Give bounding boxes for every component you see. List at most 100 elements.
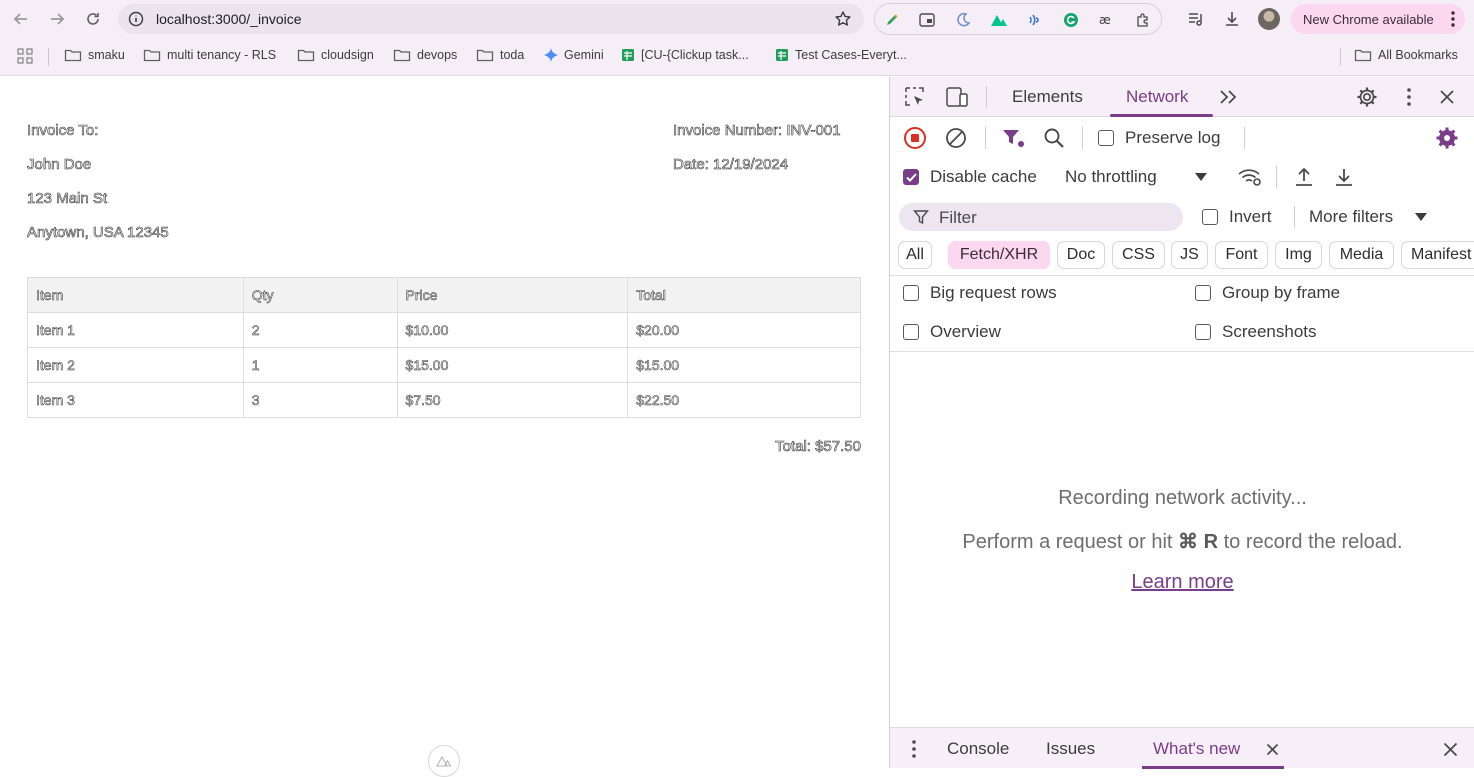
grammarly-icon[interactable] — [1062, 11, 1080, 29]
filter-bar-divider — [890, 275, 1474, 276]
profile-avatar[interactable] — [1258, 8, 1280, 30]
sheets-icon — [622, 49, 634, 61]
tab-elements[interactable]: Elements — [1012, 87, 1083, 107]
folder-icon — [143, 49, 161, 62]
chrome-menu-icon[interactable] — [1451, 11, 1455, 27]
address-bar[interactable]: localhost:3000/_invoice — [118, 4, 864, 34]
table-cell: 3 — [242, 382, 398, 418]
overview-checkbox[interactable] — [903, 324, 919, 340]
extension-signal-icon[interactable] — [1026, 11, 1044, 29]
forward-button[interactable] — [39, 1, 75, 37]
bookmark-clickup-task[interactable]: [CU-{Clickup task... — [621, 48, 749, 62]
type-chip-font[interactable]: Font — [1215, 241, 1268, 269]
group-by-frame-checkbox[interactable] — [1195, 285, 1211, 301]
drawer-tab-console[interactable]: Console — [947, 739, 1009, 759]
table-cell: Item 3 — [27, 382, 244, 418]
filter-funnel-icon[interactable] — [1000, 125, 1026, 151]
disable-cache-checkbox[interactable] — [903, 169, 919, 185]
bookmarks-bar: smaku multi tenancy - RLS cloudsign devo… — [0, 38, 1474, 76]
customer-name: John Doe — [27, 156, 92, 174]
devtools-tab-bar: Elements Network — [890, 77, 1474, 117]
extension-moon-icon[interactable] — [954, 11, 972, 29]
bookmark-folder-devops[interactable]: devops — [393, 48, 457, 62]
filter-input[interactable]: Filter — [899, 203, 1183, 231]
new-chrome-label: New Chrome available — [1303, 11, 1434, 27]
extension-pen-icon[interactable] — [883, 11, 901, 29]
browser-toolbar: localhost:3000/_invoice æ New Chrome ava… — [0, 0, 1474, 38]
preserve-log-checkbox[interactable] — [1098, 130, 1114, 146]
big-request-rows-checkbox[interactable] — [903, 285, 919, 301]
bookmark-folder-toda[interactable]: toda — [476, 48, 524, 62]
table-cell: Item 1 — [27, 312, 244, 348]
back-button[interactable] — [3, 1, 39, 37]
network-settings-gear-icon[interactable] — [1434, 125, 1460, 151]
record-stop-icon[interactable] — [902, 125, 928, 151]
new-chrome-available-button[interactable]: New Chrome available — [1291, 4, 1465, 34]
extension-ae-icon[interactable]: æ — [1098, 11, 1116, 29]
table-cell: 1 — [242, 347, 398, 383]
screenshots-checkbox[interactable] — [1195, 324, 1211, 340]
more-options-vertical-icon[interactable] — [1396, 84, 1422, 110]
table-cell: $20.00 — [627, 312, 861, 348]
clear-log-icon[interactable] — [943, 125, 969, 151]
extensions-puzzle-icon[interactable] — [1134, 11, 1152, 29]
close-whats-new-icon[interactable] — [1259, 736, 1285, 762]
reading-list-icon[interactable] — [1186, 9, 1206, 29]
throttling-select[interactable]: No throttling — [1065, 167, 1157, 187]
downloads-icon[interactable] — [1222, 9, 1242, 29]
more-filters-dropdown-icon[interactable] — [1408, 204, 1434, 230]
learn-more-link[interactable]: Learn more — [890, 571, 1474, 594]
inspect-element-icon[interactable] — [902, 84, 928, 110]
bookmark-label: Test Cases-Everyt... — [795, 48, 907, 62]
type-chip-img[interactable]: Img — [1275, 241, 1322, 269]
picture-in-picture-icon[interactable] — [918, 11, 936, 29]
apps-grid-icon[interactable] — [17, 48, 39, 64]
back-arrow-icon — [13, 13, 27, 25]
table-cell: $22.50 — [627, 382, 861, 418]
tab-network[interactable]: Network — [1126, 87, 1188, 107]
folder-icon — [476, 49, 494, 62]
type-chip-media[interactable]: Media — [1329, 241, 1394, 269]
close-devtools-icon[interactable] — [1434, 84, 1460, 110]
drawer-tab-issues[interactable]: Issues — [1046, 739, 1095, 759]
device-toolbar-icon[interactable] — [944, 84, 970, 110]
more-tabs-chevron-icon[interactable] — [1216, 84, 1242, 110]
folder-icon — [64, 49, 82, 62]
invert-checkbox[interactable] — [1202, 209, 1218, 225]
type-chip-manifest[interactable]: Manifest — [1401, 241, 1474, 269]
network-conditions-wifi-icon[interactable] — [1237, 164, 1263, 190]
more-filters-button[interactable]: More filters — [1309, 207, 1393, 227]
bookmark-star-icon[interactable] — [834, 10, 852, 28]
reload-button[interactable] — [75, 1, 111, 37]
bookmark-label: toda — [500, 48, 525, 62]
type-chip-fetch-xhr[interactable]: Fetch/XHR — [948, 241, 1050, 269]
all-bookmarks[interactable]: All Bookmarks — [1354, 48, 1458, 62]
drawer-menu-icon[interactable] — [901, 736, 927, 762]
close-drawer-icon[interactable] — [1437, 736, 1463, 762]
settings-gear-icon[interactable] — [1354, 84, 1380, 110]
import-har-upload-icon[interactable] — [1291, 164, 1317, 190]
site-info-icon[interactable] — [128, 11, 144, 27]
extensions-group: æ — [874, 3, 1162, 35]
screenshots-label: Screenshots — [1222, 322, 1317, 341]
toolbar-divider — [1082, 127, 1083, 149]
bookmark-gemini[interactable]: Gemini — [544, 48, 604, 62]
type-chip-css[interactable]: CSS — [1112, 241, 1165, 269]
bookmark-test-cases[interactable]: Test Cases-Everyt... — [775, 48, 907, 62]
invoice-page: Invoice To: John Doe 123 Main St Anytown… — [0, 77, 889, 777]
extension-nuxt-icon[interactable] — [990, 11, 1008, 29]
bookmark-folder-multi-tenancy[interactable]: multi tenancy - RLS — [143, 48, 276, 62]
type-chip-doc[interactable]: Doc — [1057, 241, 1105, 269]
type-chip-all[interactable]: All — [898, 241, 932, 269]
url-text[interactable]: localhost:3000/_invoice — [156, 11, 302, 27]
recording-hint: Perform a request or hit ⌘ R to record t… — [890, 529, 1474, 554]
throttling-dropdown-icon[interactable] — [1188, 164, 1214, 190]
type-chip-js[interactable]: JS — [1171, 241, 1208, 269]
bookmark-folder-cloudsign[interactable]: cloudsign — [297, 48, 374, 62]
search-icon[interactable] — [1041, 125, 1067, 151]
bookmark-folder-smaku[interactable]: smaku — [64, 48, 125, 62]
preserve-log-label: Preserve log — [1125, 128, 1221, 147]
export-har-download-icon[interactable] — [1331, 164, 1357, 190]
drawer-tab-whats-new[interactable]: What's new — [1153, 739, 1240, 759]
nuxt-devtools-button[interactable] — [428, 745, 460, 777]
